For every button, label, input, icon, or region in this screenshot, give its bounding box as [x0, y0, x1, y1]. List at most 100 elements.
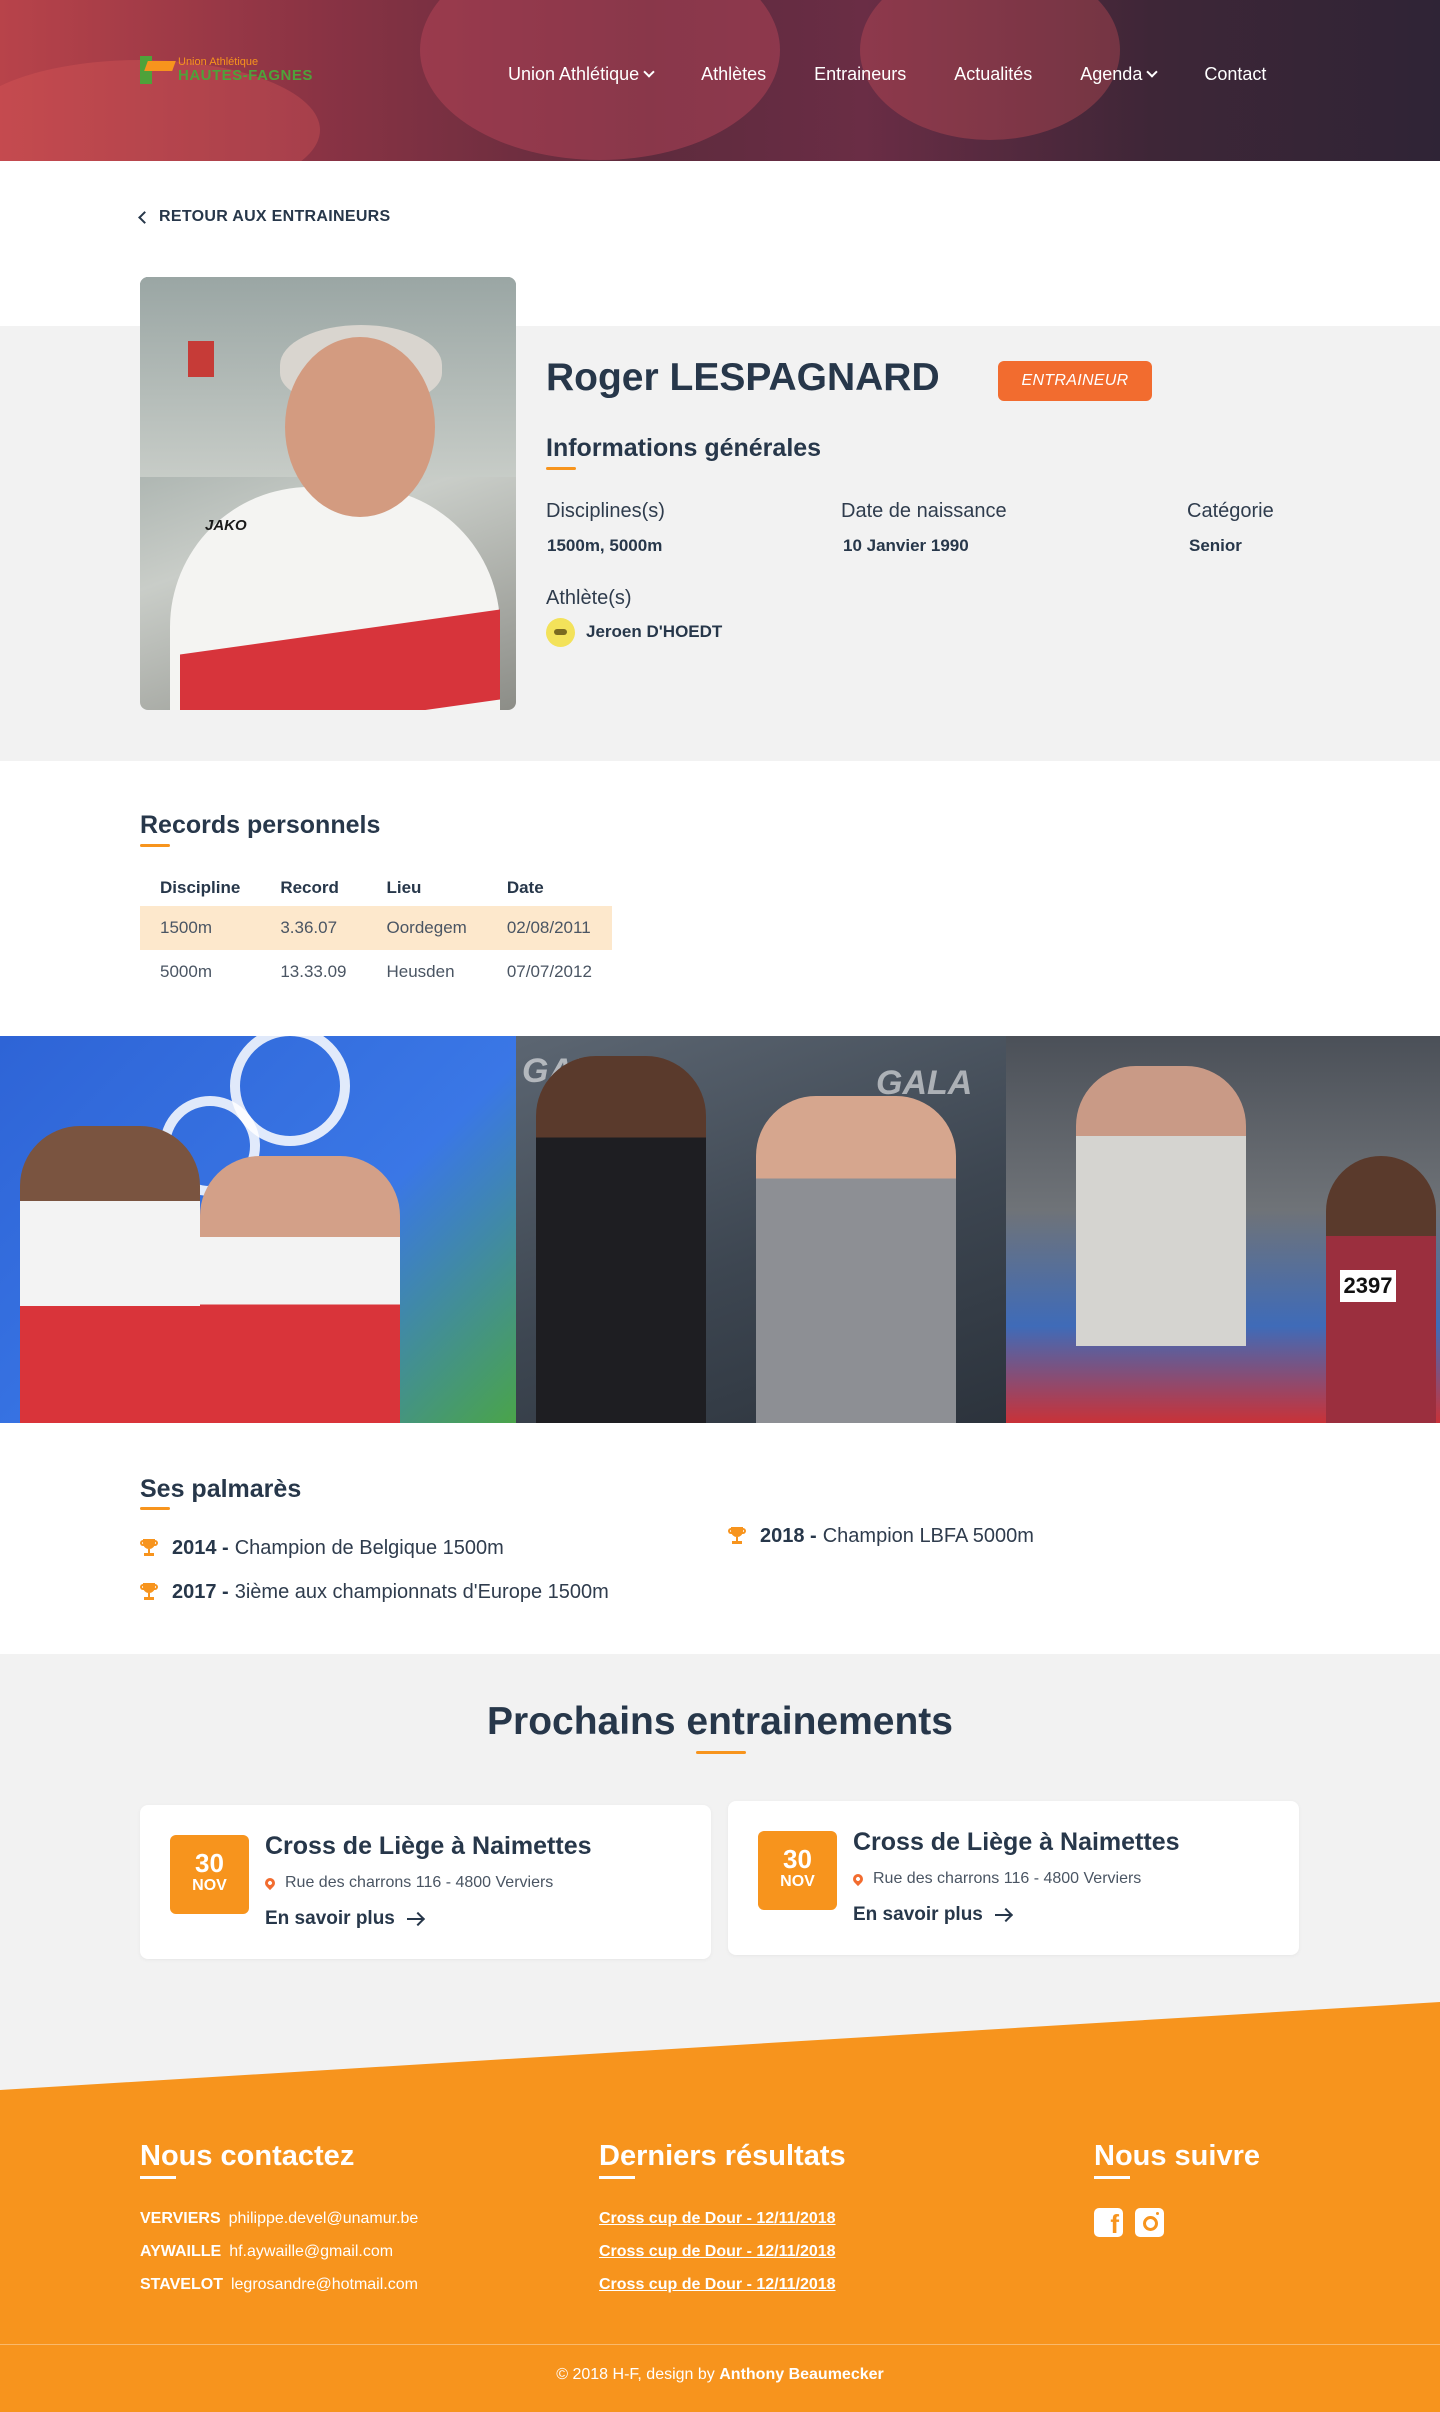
- logo-text: Union Athlétique HAUTES-FAGNES: [178, 56, 313, 83]
- title-underline: [140, 844, 170, 847]
- list-item: 2017 -3ième aux championnats d'Europe 15…: [140, 1570, 609, 1614]
- more-label: En savoir plus: [265, 1908, 395, 1929]
- title-underline: [140, 2176, 176, 2179]
- gallery-photo-stadium[interactable]: 2397: [1006, 1036, 1440, 1423]
- results-title: Derniers résultats: [599, 2140, 846, 2172]
- athlete-name-link[interactable]: Jeroen D'HOEDT: [586, 622, 722, 642]
- trophy-icon: [140, 1583, 158, 1601]
- role-badge: ENTRAINEUR: [998, 361, 1152, 401]
- map-pin-icon: [850, 1871, 866, 1887]
- logo-line2: HAUTES-FAGNES: [178, 66, 313, 84]
- contact-city: STAVELOT: [140, 2276, 223, 2293]
- site-logo[interactable]: Union Athlétique HAUTES-FAGNES: [140, 52, 313, 86]
- designer-link[interactable]: Anthony Beaumecker: [719, 2366, 884, 2383]
- trophy-icon: [728, 1527, 746, 1545]
- date-badge: 30 NOV: [758, 1831, 837, 1910]
- training-title: Cross de Liège à Naimettes: [265, 1832, 592, 1860]
- contact-row: STAVELOT legrosandre@hotmail.com: [140, 2276, 418, 2294]
- palmares-title: Ses palmarès: [140, 1475, 302, 1503]
- list-item: 2014 - Champion de Belgique 1500m: [140, 1526, 609, 1570]
- cell: 02/08/2011: [486, 906, 612, 950]
- nav-agenda[interactable]: Agenda: [1080, 63, 1158, 84]
- table-header-row: Discipline Record Lieu Date: [140, 870, 612, 906]
- athlete-avatar[interactable]: [546, 618, 575, 647]
- contact-email[interactable]: philippe.devel@unamur.be: [229, 2210, 419, 2227]
- contact-row: VERVIERS philippe.devel@unamur.be: [140, 2210, 418, 2228]
- training-address: Rue des charrons 116 - 4800 Verviers: [850, 1870, 1142, 1888]
- copyright: © 2018 H-F, design by Anthony Beaumecker: [0, 2366, 1440, 2384]
- palmares-text: 3ième aux championnats d'Europe 1500m: [234, 1580, 609, 1603]
- col-lieu: Lieu: [386, 878, 422, 897]
- contact-city: AYWAILLE: [140, 2243, 222, 2260]
- footer-divider: [0, 2344, 1440, 2345]
- nav-label: Agenda: [1080, 63, 1143, 84]
- cell: 07/07/2012: [506, 962, 592, 981]
- contact-email[interactable]: legrosandre@hotmail.com: [231, 2276, 418, 2293]
- more-link[interactable]: En savoir plus: [265, 1908, 423, 1930]
- back-to-coaches-link[interactable]: RETOUR AUX ENTRAINEURS: [138, 208, 391, 226]
- contact-title: Nous contactez: [140, 2140, 355, 2172]
- date-day: 30: [783, 1844, 812, 1874]
- contact-email[interactable]: hf.aywaille@gmail.com: [229, 2243, 393, 2260]
- gallery-photo-rio[interactable]: [0, 1036, 516, 1423]
- result-link[interactable]: Cross cup de Dour - 12/11/2018: [599, 2276, 836, 2294]
- date-month: NOV: [780, 1873, 815, 1890]
- nav-actualites[interactable]: Actualités: [954, 64, 1032, 84]
- more-link[interactable]: En savoir plus: [853, 1904, 1011, 1926]
- title-underline: [140, 1507, 170, 1510]
- records-table: Discipline Record Lieu Date 1500m 3.36.0…: [140, 870, 612, 994]
- cell: 13.33.09: [280, 962, 347, 981]
- category-label: Catégorie: [1187, 500, 1274, 522]
- cell: Oordegem: [366, 906, 487, 950]
- col-discipline: Discipline: [160, 878, 241, 897]
- palmares-list: 2014 - Champion de Belgique 1500m 2017 -3…: [140, 1526, 609, 1614]
- nav-label: Entraineurs: [814, 63, 907, 84]
- instagram-icon[interactable]: [1135, 2208, 1164, 2237]
- nav-label: Union Athlétique: [508, 63, 640, 84]
- col-record: Record: [280, 878, 339, 897]
- palmares-year: 2018 -: [760, 1524, 817, 1547]
- training-card[interactable]: 30 NOV Cross de Liège à Naimettes Rue de…: [728, 1801, 1299, 1955]
- result-link[interactable]: Cross cup de Dour - 12/11/2018: [599, 2243, 836, 2261]
- nav-label: Contact: [1204, 63, 1267, 84]
- coach-name: Roger LESPAGNARD: [546, 356, 940, 399]
- nav-union-athletique[interactable]: Union Athlétique: [508, 63, 655, 84]
- title-underline: [696, 1751, 746, 1754]
- nav-contact[interactable]: Contact: [1204, 64, 1266, 84]
- gallery-photo-gala[interactable]: GALA GALA: [516, 1036, 1006, 1423]
- facebook-icon[interactable]: [1094, 2208, 1123, 2240]
- training-card[interactable]: 30 NOV Cross de Liège à Naimettes Rue de…: [140, 1805, 711, 1959]
- col-date: Date: [506, 878, 544, 897]
- date-day: 30: [195, 1848, 224, 1878]
- main-nav: Union Athlétique Athlètes Entraineurs Ac…: [508, 64, 1266, 84]
- nav-label: Athlètes: [701, 63, 767, 84]
- address-text: Rue des charrons 116 - 4800 Verviers: [873, 1870, 1142, 1887]
- palmares-list-2: 2018 - Champion LBFA 5000m: [728, 1514, 1034, 1558]
- logo-mark-icon: [140, 53, 176, 85]
- chevron-down-icon: [1146, 65, 1158, 78]
- records-title: Records personnels: [140, 811, 381, 839]
- title-underline: [546, 467, 576, 470]
- copyright-text: © 2018 H-F, design by: [556, 2366, 715, 2383]
- birthdate-label: Date de naissance: [841, 500, 1007, 522]
- palmares-text: Champion de Belgique 1500m: [234, 1536, 504, 1559]
- category-value: Senior: [1189, 536, 1242, 555]
- result-link[interactable]: Cross cup de Dour - 12/11/2018: [599, 2210, 836, 2228]
- coach-photo: JAKO: [140, 277, 516, 710]
- date-month: NOV: [192, 1877, 227, 1894]
- chevron-down-icon: [643, 65, 655, 78]
- title-underline: [1094, 2176, 1130, 2179]
- logo-line1: Union Athlétique: [178, 55, 259, 68]
- nav-entraineurs[interactable]: Entraineurs: [814, 64, 906, 84]
- cell: 1500m: [140, 906, 261, 950]
- back-link-label: RETOUR AUX ENTRAINEURS: [159, 208, 391, 225]
- chevron-left-icon: [138, 210, 151, 224]
- nav-athletes[interactable]: Athlètes: [701, 64, 766, 84]
- header-hero: Union Athlétique HAUTES-FAGNES Union Ath…: [0, 0, 1440, 161]
- table-row: 5000m 13.33.09 Heusden 07/07/2012: [140, 950, 612, 994]
- table-row: 1500m 3.36.07 Oordegem 02/08/2011: [140, 906, 612, 950]
- cell: Heusden: [386, 962, 455, 981]
- cell: 5000m: [160, 962, 212, 981]
- palmares-year: 2014 -: [172, 1536, 229, 1559]
- disciplines-value: 1500m, 5000m: [547, 536, 663, 555]
